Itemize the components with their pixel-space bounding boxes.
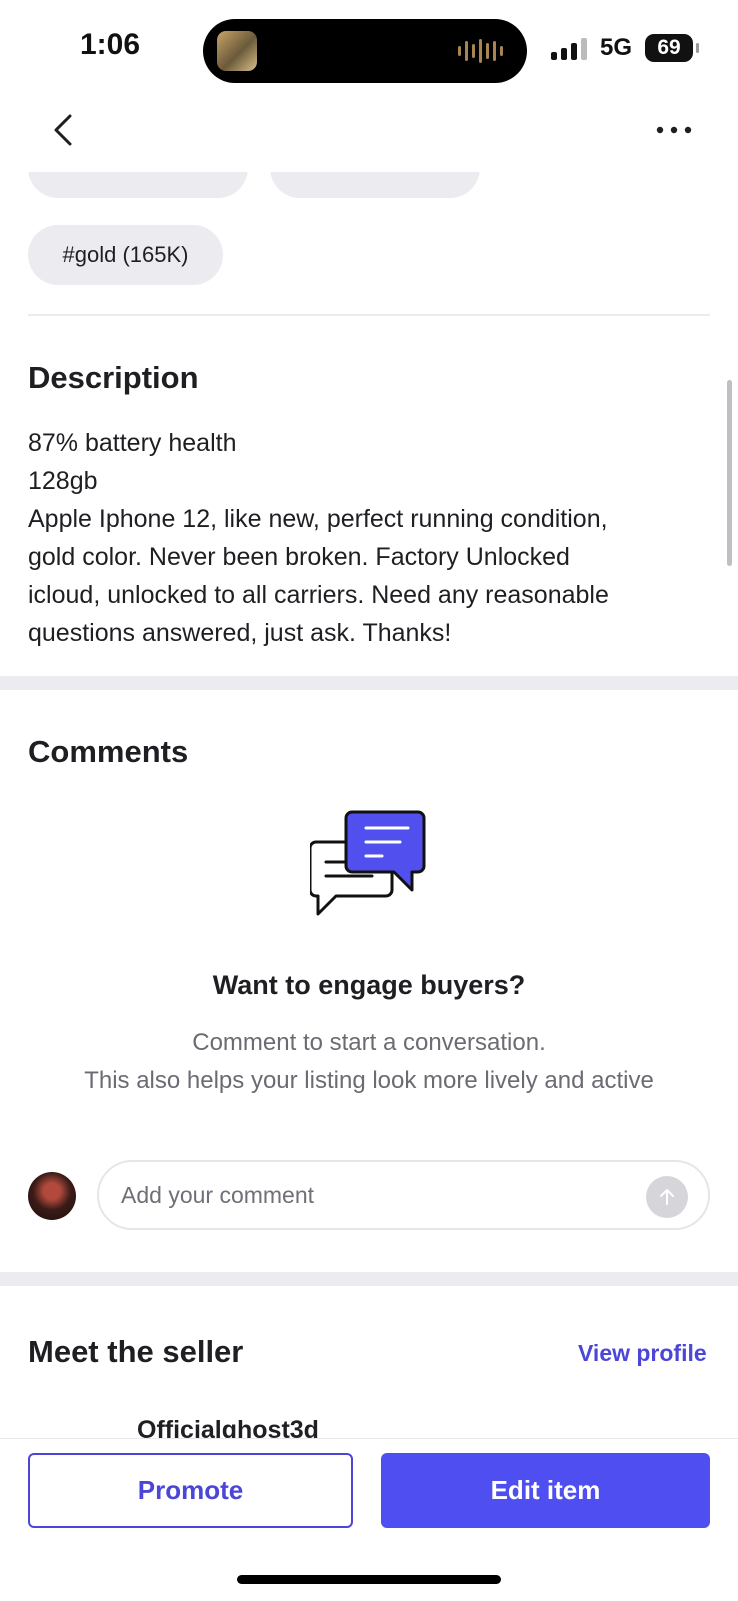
description-line: 128gb [28, 467, 98, 495]
user-avatar[interactable] [28, 1172, 76, 1220]
audio-waveform-icon [458, 39, 503, 63]
comments-title: Comments [28, 734, 189, 769]
home-indicator[interactable] [237, 1575, 501, 1584]
divider [28, 314, 710, 316]
back-button-layer[interactable] [44, 106, 84, 154]
dynamic-island [203, 19, 527, 83]
description-line: questions answered, just ask. Thanks! [28, 619, 452, 647]
section-separator [0, 676, 738, 690]
arrow-up-icon [660, 1189, 674, 1205]
description-line: 87% battery health [28, 429, 237, 457]
status-time: 1:06 [80, 28, 141, 61]
promote-button[interactable]: Promote [28, 1453, 353, 1528]
chat-bubbles-icon [308, 808, 430, 926]
empty-comments-line: Comment to start a conversation. [192, 1029, 546, 1056]
more-horizontal-icon [656, 126, 692, 134]
more-options-button-layer[interactable] [652, 110, 700, 150]
description-line: gold color. Never been broken. Factory U… [28, 543, 570, 571]
description-text: 87% battery health 128gb Apple Iphone 12… [28, 424, 718, 652]
chevron-left-icon [54, 114, 72, 146]
comment-input[interactable]: Add your comment [97, 1160, 710, 1230]
section-separator [0, 1272, 738, 1286]
now-playing-artwork [217, 31, 257, 71]
header-background [0, 100, 738, 172]
tag-chip-gold[interactable]: #gold (165K) [28, 225, 223, 285]
scrollbar[interactable] [727, 380, 732, 566]
comment-placeholder: Add your comment [121, 1182, 315, 1208]
meet-seller-title: Meet the seller [28, 1334, 244, 1369]
description-line: Apple Iphone 12, like new, perfect runni… [28, 505, 608, 533]
send-comment-button[interactable] [646, 1176, 688, 1218]
network-type: 5G [600, 34, 633, 61]
description-line: icloud, unlocked to all carriers. Need a… [28, 581, 609, 609]
empty-comments-subtitle: Comment to start a conversation. This al… [0, 1024, 738, 1100]
edit-item-button[interactable]: Edit item [381, 1453, 710, 1528]
view-profile-link[interactable]: View profile [578, 1340, 707, 1367]
cellular-signal-icon [551, 38, 587, 60]
description-title: Description [28, 360, 199, 395]
empty-comments-title: Want to engage buyers? [212, 970, 526, 1000]
battery-icon: 69 [645, 34, 699, 62]
empty-comments-line: This also helps your listing look more l… [84, 1067, 654, 1094]
